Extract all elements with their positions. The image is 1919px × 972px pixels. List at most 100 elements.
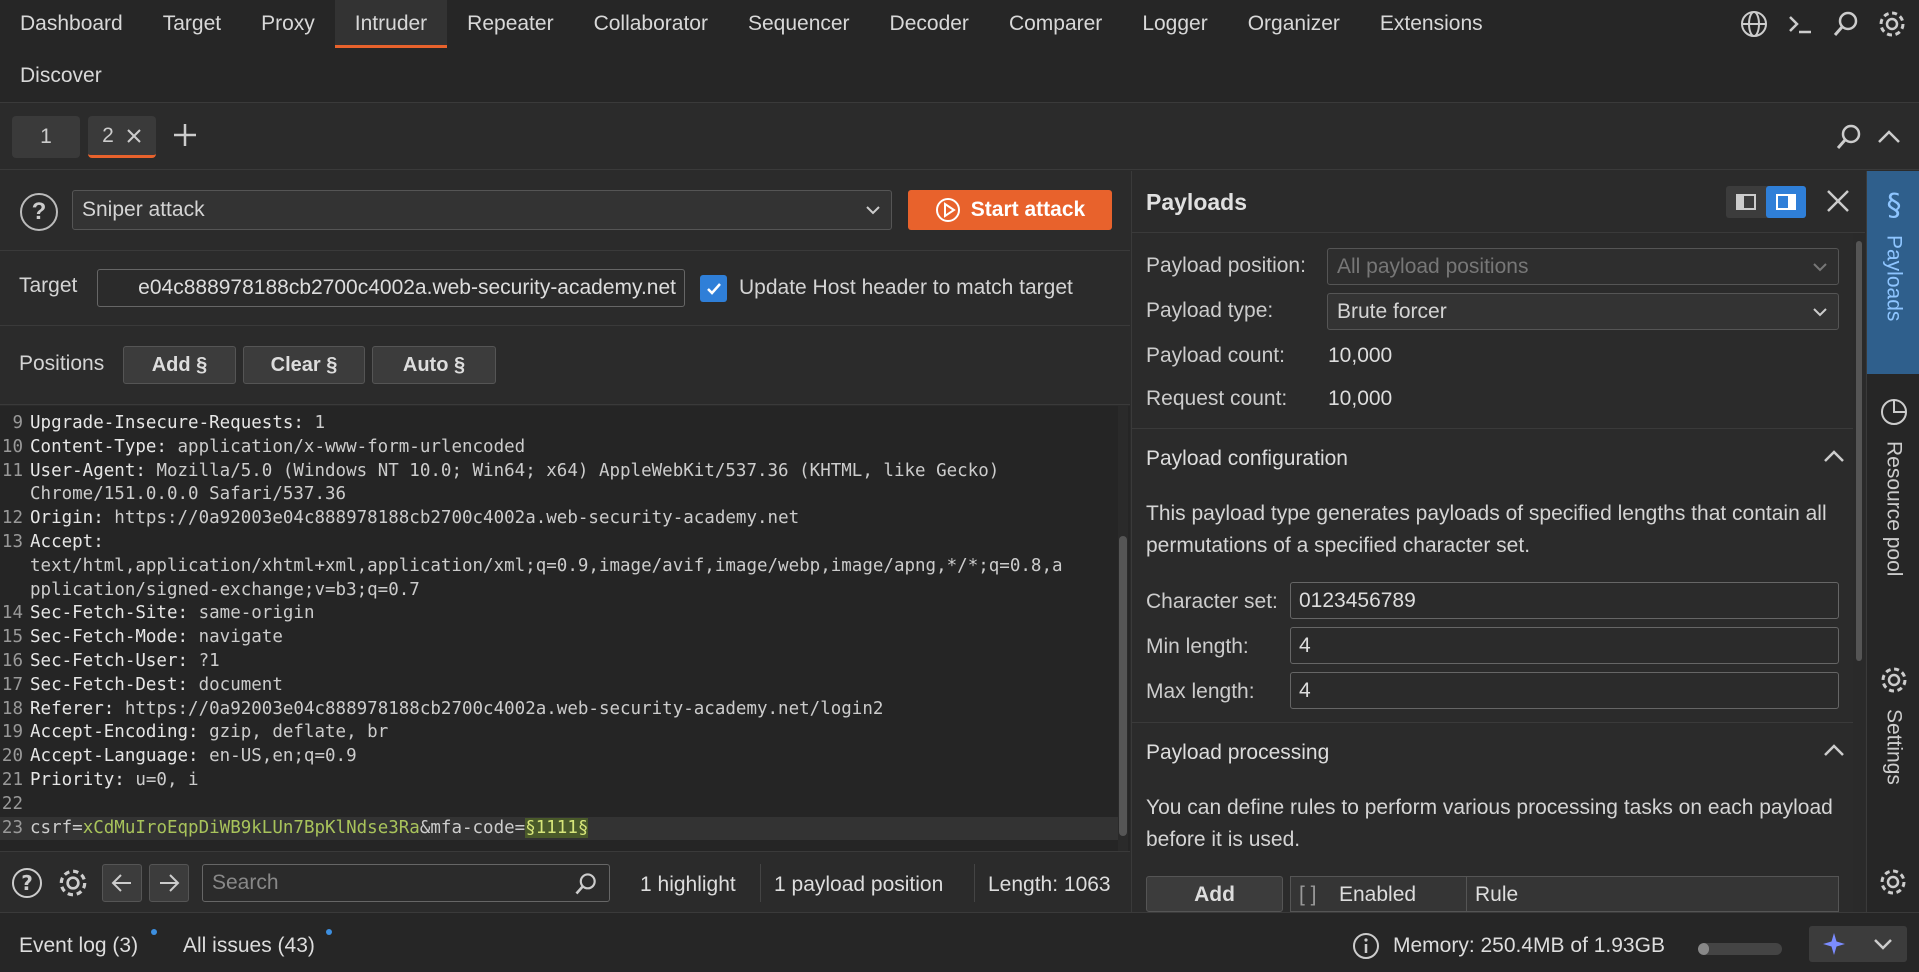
close-icon[interactable] [1824,187,1852,221]
editor-lines: 9 Upgrade-Insecure-Requests: 1 10 Content-T… [0,412,1118,841]
line-number: 13 [1,531,23,552]
editor-line[interactable]: text/html,application/xhtml+xml,applicat… [0,555,1118,579]
menu-target[interactable]: Target [143,0,241,48]
editor-line[interactable]: 12 Origin: https://0a92003e04c888978188cb… [0,507,1118,531]
max-length-label: Max length: [1146,680,1255,703]
search-input[interactable]: Search [202,864,610,902]
sparkle-icon[interactable] [1809,926,1858,962]
clear-markers-button[interactable]: Clear § [243,346,365,384]
close-icon[interactable] [126,128,142,144]
editor-line[interactable]: 20 Accept-Language: en-US,en;q=0.9 [0,745,1118,769]
gear-icon[interactable] [1873,5,1911,43]
layout-toggle[interactable] [1726,186,1806,218]
charset-input[interactable]: 0123456789 [1290,582,1839,619]
terminal-icon[interactable] [1781,5,1819,43]
search-icon[interactable] [1834,122,1864,158]
min-length-value: 4 [1299,633,1311,657]
editor-line[interactable]: 11 User-Agent: Mozilla/5.0 (Windows NT 10… [0,460,1118,484]
layout-right-icon[interactable] [1766,186,1806,218]
payload-processing-header[interactable]: Payload processing [1132,722,1865,780]
editor-line[interactable]: 18 Referer: https://0a92003e04c888978188c… [0,698,1118,722]
editor-line[interactable]: Chrome/151.0.0.0 Safari/537.36 [0,483,1118,507]
previous-button[interactable] [102,864,142,902]
update-host-checkbox[interactable] [700,275,727,302]
attack-type-value: Sniper attack [82,198,205,221]
layout-left-icon[interactable] [1726,186,1766,218]
payload-configuration-header[interactable]: Payload configuration [1132,428,1865,486]
target-input[interactable]: e04c888978188cb2700c4002a.web-security-a… [97,269,685,307]
param-mfa-name: &mfa-code= [419,817,526,838]
menu-repeater[interactable]: Repeater [447,0,573,48]
chevron-up-icon[interactable] [1876,126,1902,154]
ai-assistant-button[interactable] [1809,926,1907,962]
request-panel: ? Sniper attack Start attack Target e04c… [0,171,1130,912]
menu-intruder[interactable]: Intruder [334,0,448,48]
payload-marker[interactable]: §1111§ [525,817,589,838]
globe-icon[interactable] [1735,5,1773,43]
arrow-right-icon [160,874,180,892]
request-editor[interactable]: 9 Upgrade-Insecure-Requests: 1 10 Content-T… [0,406,1130,851]
panel-scrollbar[interactable] [1853,233,1865,912]
help-icon[interactable]: ? [8,864,46,902]
memory-bar-fill [1698,943,1709,955]
editor-line[interactable]: 16 Sec-Fetch-User: ?1 [0,650,1118,674]
add-marker-button[interactable]: Add § [123,346,236,384]
help-icon[interactable]: ? [20,193,58,231]
editor-line[interactable]: 9 Upgrade-Insecure-Requests: 1 [0,412,1118,436]
editor-line[interactable]: 13 Accept: [0,531,1118,555]
attack-type-select[interactable]: Sniper attack [72,190,892,230]
min-length-input[interactable]: 4 [1290,627,1839,664]
editor-line-body[interactable]: 23 csrf=xCdMuIroEqpDiWB9kLUn7BpKlNdse3Ra&… [0,816,1118,841]
add-tab-icon[interactable] [172,122,198,154]
menu-dashboard[interactable]: Dashboard [0,0,143,48]
chevron-down-icon[interactable] [1858,926,1907,962]
rail-payloads[interactable]: § Payloads [1867,171,1919,374]
menu-sequencer[interactable]: Sequencer [728,0,870,48]
tab-1[interactable]: 1 [12,116,80,158]
editor-scrollbar[interactable] [1118,406,1128,851]
menu-decoder[interactable]: Decoder [870,0,989,48]
editor-line[interactable]: 22 [0,793,1118,817]
column-rule[interactable]: Rule [1475,883,1518,907]
max-length-input[interactable]: 4 [1290,672,1839,709]
info-icon[interactable] [1352,932,1380,966]
menu-extensions[interactable]: Extensions [1360,0,1503,48]
status-bar: Event log (3) All issues (43) Memory: 25… [0,912,1919,972]
auto-markers-button[interactable]: Auto § [372,346,496,384]
editor-line[interactable]: 10 Content-Type: application/x-www-form-u… [0,436,1118,460]
menu-proxy[interactable]: Proxy [241,0,335,48]
payload-type-select[interactable]: Brute forcer [1327,293,1839,330]
menu-discover[interactable]: Discover [0,52,122,100]
column-enabled[interactable]: Enabled [1339,883,1416,907]
editor-line[interactable]: 21 Priority: u=0, i [0,769,1118,793]
editor-line[interactable]: 19 Accept-Encoding: gzip, deflate, br [0,721,1118,745]
all-issues-link[interactable]: All issues (43) [183,934,315,958]
menu-collaborator[interactable]: Collaborator [574,0,728,48]
gear-icon[interactable] [54,864,92,902]
rail-resource-pool[interactable]: Resource pool [1867,381,1919,631]
event-log-link[interactable]: Event log (3) [19,934,138,958]
tab-2[interactable]: 2 [88,116,156,158]
positions-row: Positions Add § Clear § Auto § [0,327,1130,405]
line-text: Sec-Fetch-Mode: navigate [30,626,283,650]
menu-comparer[interactable]: Comparer [989,0,1122,48]
start-attack-button[interactable]: Start attack [908,190,1112,230]
menu-logger[interactable]: Logger [1122,0,1227,48]
rail-settings[interactable]: Settings [1867,649,1919,809]
menu-organizer[interactable]: Organizer [1228,0,1360,48]
add-rule-button[interactable]: Add [1146,876,1283,912]
payload-position-select[interactable]: All payload positions [1327,248,1839,285]
header-name: Referer: [30,698,115,719]
processing-description: You can define rules to perform various … [1146,796,1833,851]
gear-icon[interactable] [1878,867,1908,903]
scrollbar-thumb[interactable] [1119,536,1127,836]
scrollbar-thumb[interactable] [1856,241,1862,661]
editor-line[interactable]: 17 Sec-Fetch-Dest: document [0,674,1118,698]
editor-line[interactable]: 14 Sec-Fetch-Site: same-origin [0,602,1118,626]
editor-line[interactable]: pplication/signed-exchange;v=b3;q=0.7 [0,579,1118,603]
select-all-checkbox[interactable]: [ ] [1299,883,1317,907]
divider [974,864,975,902]
editor-line[interactable]: 15 Sec-Fetch-Mode: navigate [0,626,1118,650]
next-button[interactable] [149,864,189,902]
search-icon[interactable] [1827,5,1865,43]
